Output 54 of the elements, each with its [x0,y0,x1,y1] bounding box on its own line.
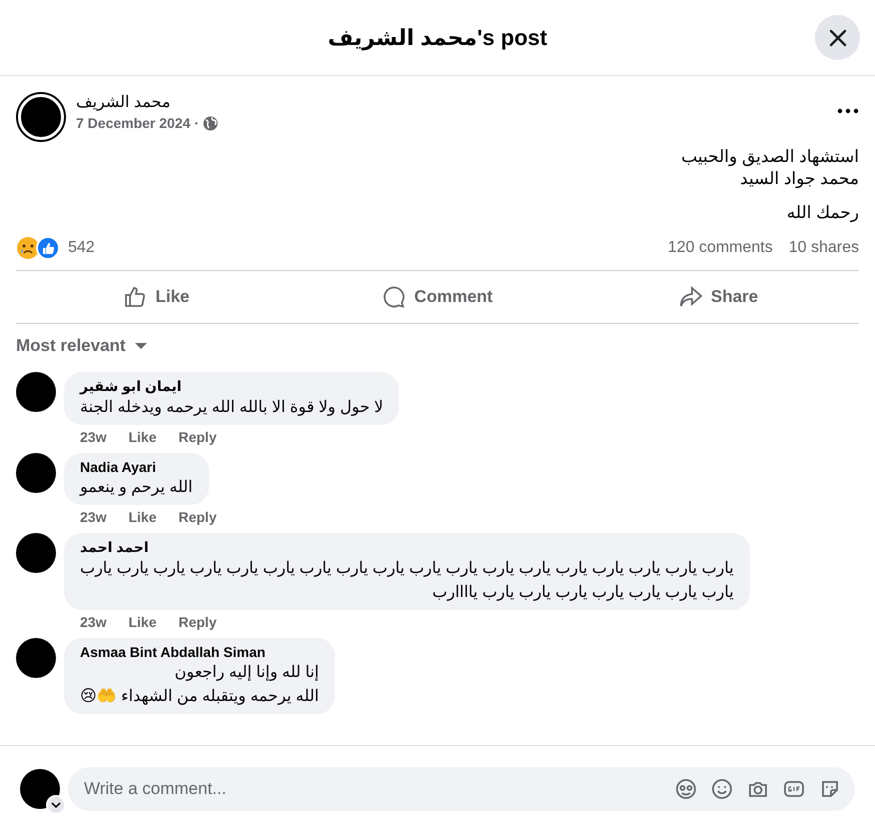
user-avatar[interactable] [20,769,60,809]
caret-icon [134,342,148,350]
like-link[interactable]: Like [128,509,156,525]
speech-bubble-icon [382,285,406,309]
comment-text: يارب يارب يارب يارب يارب يارب يارب يارب يارب يارب يارب يارب يارب يارب يارب يارب يارب يارب [80,559,734,579]
comment-text: يارب يارب يارب يارب يارب يارب يارب ياااارب [431,583,734,603]
comment-button[interactable]: Comment [297,271,578,323]
comments-count[interactable]: 120 comments [668,239,773,257]
share-arrow-icon [678,285,703,309]
share-button[interactable]: Share [578,271,859,323]
commenter-name[interactable]: Nadia Ayari [80,459,156,475]
like-link[interactable]: Like [128,429,156,445]
globe-icon [203,116,218,130]
thumbs-up-icon [123,285,148,309]
commenter-name[interactable]: ايمان ابو شقير [80,378,182,395]
comment-time[interactable]: 23w [80,509,106,525]
close-button[interactable] [815,15,860,60]
separator-dot: · [194,115,200,131]
comment-text: إنا لله وإنا إليه راجعون [174,663,319,683]
post-text-line: رحمك الله [786,202,859,224]
author-avatar[interactable] [18,94,64,140]
reply-link[interactable]: Reply [178,614,217,630]
comment-text: لا حول ولا قوة الا بالله الله يرحمه ويدخله الجنة [80,398,384,418]
sort-dropdown[interactable]: Most relevant [16,328,148,364]
author-name[interactable]: محمد الشريف [76,92,827,112]
commenter-name[interactable]: Asmaa Bint Abdallah Siman [80,644,266,660]
reaction-count[interactable]: 542 [68,239,95,257]
avatar-sticker-icon[interactable] [675,778,697,800]
commenter-name[interactable]: احمد احمد [80,539,149,556]
post-text-line: استشهاد الصديق والحبيب [681,146,859,168]
comment-time[interactable]: 23w [80,429,106,445]
comment-input[interactable]: Write a comment... [82,778,661,800]
comment-text: الله يرحم و ينعمو [80,478,193,498]
comment-time[interactable]: 23w [80,614,106,630]
ellipsis-icon [837,108,859,114]
chevron-icon[interactable] [46,795,66,815]
reaction-icons [16,236,60,260]
sticker-icon[interactable] [819,778,841,800]
post-date[interactable]: 7 December 2024 [76,115,190,131]
comment-text: الله يرحمه ويتقبله من الشهداء 🤲😢 [80,687,319,707]
shares-count[interactable]: 10 shares [788,239,859,257]
commenter-avatar[interactable] [16,638,56,678]
like-link[interactable]: Like [128,614,156,630]
post-text-line: محمد جواد السيد [740,168,859,190]
like-button[interactable]: Like [16,271,297,323]
gif-icon[interactable] [783,778,805,800]
dialog-title: محمد الشريف's post [328,24,548,50]
commenter-avatar[interactable] [16,372,56,412]
comment-field[interactable]: Write a comment... [68,767,855,811]
commenter-avatar[interactable] [16,453,56,493]
emoji-icon[interactable] [711,778,733,800]
reply-link[interactable]: Reply [178,429,217,445]
reply-link[interactable]: Reply [178,509,217,525]
commenter-avatar[interactable] [16,533,56,573]
